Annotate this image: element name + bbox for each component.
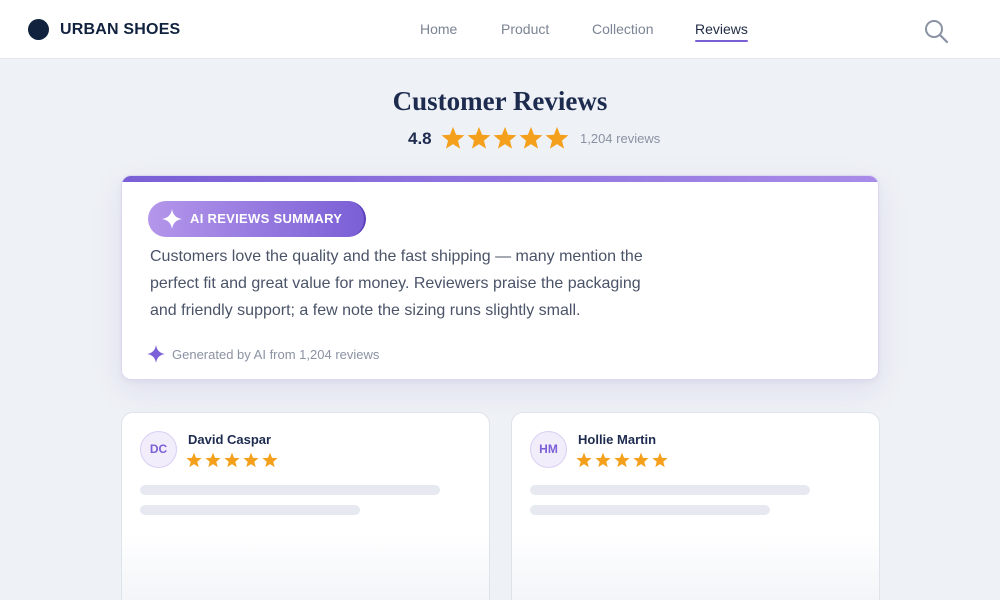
text-placeholder-line — [530, 505, 770, 515]
text-placeholder-line — [140, 505, 360, 515]
star-icon — [224, 452, 240, 468]
ai-summary-badge: AI REVIEWS SUMMARY — [148, 201, 366, 237]
star-icon — [652, 452, 668, 468]
ai-summary-line: and friendly support; a few note the siz… — [150, 302, 581, 319]
active-nav-underline — [695, 40, 748, 42]
sparkle-icon — [147, 345, 165, 363]
text-placeholder-line — [140, 485, 440, 495]
reviewer-name: Hollie Martin — [578, 432, 657, 447]
star-icon — [493, 126, 517, 149]
reviewer-name: David Caspar — [188, 432, 272, 447]
star-icon — [519, 126, 543, 149]
nav-item-product[interactable]: Product — [501, 21, 549, 38]
review-card[interactable]: HM Hollie Martin — [511, 412, 880, 600]
text-placeholder-line — [530, 485, 810, 495]
star-icon — [576, 452, 592, 468]
star-icon — [262, 452, 278, 468]
star-icon — [595, 452, 611, 468]
nav-item-reviews[interactable]: Reviews — [695, 21, 748, 42]
star-icon — [186, 452, 202, 468]
review-count[interactable]: 1,204 reviews — [580, 131, 660, 147]
rating-stars — [441, 126, 569, 149]
nav-item-reviews-label: Reviews — [695, 21, 748, 37]
ai-summary-card: AI REVIEWS SUMMARY Customers love the qu… — [121, 175, 879, 380]
nav-item-home[interactable]: Home — [420, 21, 457, 38]
star-icon — [205, 452, 221, 468]
star-icon — [633, 452, 649, 468]
page-title: Customer Reviews — [392, 86, 608, 116]
ai-summary-text: Customers love the quality and the fast … — [150, 243, 650, 324]
star-icon — [545, 126, 569, 149]
star-icon — [614, 452, 630, 468]
brand-name[interactable]: URBAN SHOES — [60, 20, 180, 40]
ai-summary-line: perfect fit and great value for money. R… — [150, 275, 641, 292]
star-icon — [441, 126, 465, 149]
search-icon[interactable] — [924, 19, 950, 45]
ai-summary-badge-label: AI REVIEWS SUMMARY — [190, 211, 343, 226]
brand-logo-icon[interactable] — [28, 19, 49, 40]
avatar: HM — [530, 431, 567, 468]
sparkle-icon — [162, 209, 182, 229]
star-icon — [467, 126, 491, 149]
avatar: DC — [140, 431, 177, 468]
rating-value: 4.8 — [408, 129, 432, 148]
star-icon — [243, 452, 259, 468]
review-stars — [186, 452, 278, 468]
ai-summary-footer: Generated by AI from 1,204 reviews — [172, 347, 380, 362]
review-card[interactable]: DC David Caspar — [121, 412, 490, 600]
card-accent-bar — [122, 176, 878, 182]
ai-summary-line: Customers love the quality and the fast … — [150, 248, 643, 265]
review-stars — [576, 452, 668, 468]
nav-item-collection[interactable]: Collection — [592, 21, 653, 38]
top-navigation-bar: URBAN SHOES Home Product Collection Revi… — [0, 0, 1000, 59]
